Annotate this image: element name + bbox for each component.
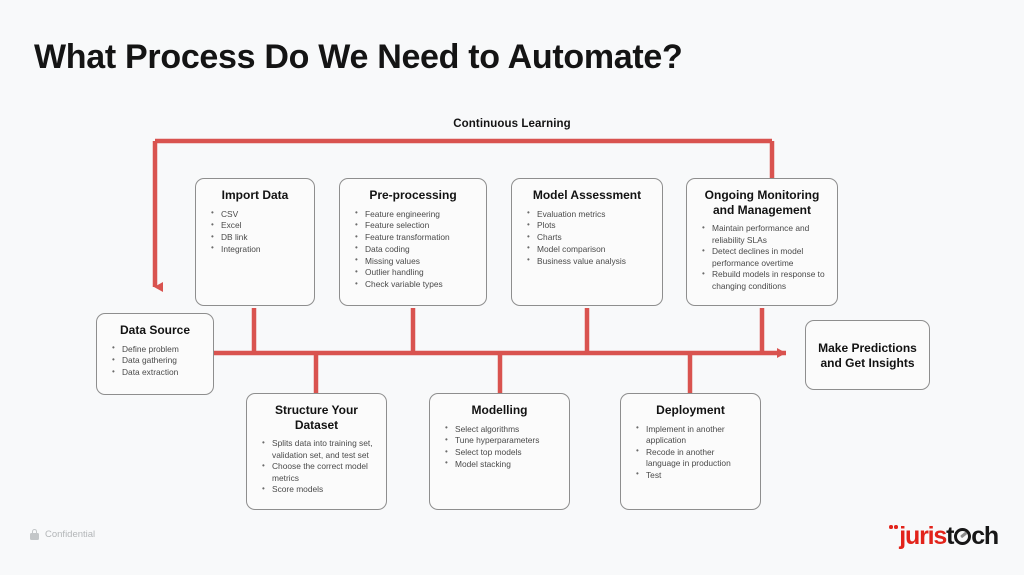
list-item: Outlier handling	[350, 267, 476, 278]
node-item-list: Splits data into training set, validatio…	[257, 438, 376, 495]
list-item: Plots	[522, 220, 652, 231]
confidential-label: Confidential	[45, 529, 96, 540]
confidential-marker: Confidential	[30, 529, 95, 540]
continuous-learning-label: Continuous Learning	[453, 118, 571, 130]
node-title: Import Data	[221, 188, 289, 202]
slide-canvas: What Process Do We Need to Automate? Con…	[0, 0, 1024, 575]
node-title: Data Source	[119, 323, 191, 337]
node-structure-your-dataset[interactable]: Structure Your Dataset Splits data into …	[246, 393, 387, 510]
logo-dots-icon	[889, 519, 899, 544]
logo-text-black-pre: t	[946, 522, 954, 550]
list-item: Data gathering	[107, 355, 203, 366]
node-title: Ongoing Monitoring and Management	[704, 188, 820, 217]
list-item: Business value analysis	[522, 255, 652, 267]
list-item: Score models	[257, 484, 376, 495]
node-title: Structure Your Dataset	[275, 403, 358, 432]
node-data-source[interactable]: Data Source Define problem Data gatherin…	[96, 313, 214, 395]
list-item: Test	[631, 469, 750, 481]
list-item: Define problem	[107, 343, 203, 355]
node-modelling[interactable]: Modelling Select algorithms Tune hyperpa…	[429, 393, 570, 510]
list-item: Recode in another language in production	[631, 446, 750, 470]
list-item: Feature engineering	[350, 208, 476, 220]
node-ongoing-monitoring[interactable]: Ongoing Monitoring and Management Mainta…	[686, 178, 838, 306]
node-title: Deployment	[656, 403, 725, 417]
node-item-list: Select algorithms Tune hyperparameters S…	[440, 423, 559, 471]
node-pre-processing[interactable]: Pre-processing Feature engineering Featu…	[339, 178, 487, 306]
list-item: Feature transformation	[350, 232, 476, 243]
lock-icon	[30, 529, 39, 540]
process-flow-diagram: Continuous Learning Import Data CSV Exce…	[0, 0, 1024, 575]
list-item: Charts	[522, 232, 652, 243]
node-title: Pre-processing	[369, 188, 457, 202]
node-title: Modelling	[471, 403, 528, 417]
list-item: Model stacking	[440, 458, 559, 470]
list-item: CSV	[206, 208, 304, 220]
list-item: Maintain performance and reliability SLA…	[697, 223, 827, 246]
juristech-logo: juris t ch	[889, 519, 999, 550]
node-title: Model Assessment	[532, 188, 642, 202]
list-item: Select top models	[440, 447, 559, 458]
node-import-data[interactable]: Import Data CSV Excel DB link Integratio…	[195, 178, 315, 306]
list-item: Check variable types	[350, 279, 476, 290]
list-item: DB link	[206, 232, 304, 243]
node-make-predictions[interactable]: Make Predictions and Get Insights	[805, 320, 930, 390]
list-item: Data coding	[350, 243, 476, 255]
list-item: Excel	[206, 220, 304, 231]
node-item-list: Maintain performance and reliability SLA…	[697, 223, 827, 292]
list-item: Evaluation metrics	[522, 208, 652, 220]
node-item-list: Implement in another application Recode …	[631, 423, 750, 481]
list-item: Model comparison	[522, 243, 652, 255]
logo-text-red: juris	[899, 522, 947, 550]
list-item: Select algorithms	[440, 423, 559, 435]
list-item: Tune hyperparameters	[440, 435, 559, 446]
list-item: Missing values	[350, 255, 476, 267]
node-deployment[interactable]: Deployment Implement in another applicat…	[620, 393, 761, 510]
list-item: Splits data into training set, validatio…	[257, 438, 376, 461]
list-item: Detect declines in model performance ove…	[697, 246, 827, 269]
logo-text-black-post: ch	[971, 522, 999, 550]
node-item-list: Evaluation metrics Plots Charts Model co…	[522, 208, 652, 267]
list-item: Choose the correct model metrics	[257, 461, 376, 484]
node-title: Make Predictions and Get Insights	[818, 340, 917, 370]
logo-gear-circle-icon	[953, 528, 971, 545]
list-item: Implement in another application	[631, 423, 750, 447]
node-item-list: CSV Excel DB link Integration	[206, 208, 304, 256]
node-item-list: Feature engineering Feature selection Fe…	[350, 208, 476, 291]
list-item: Rebuild models in response to changing c…	[697, 269, 827, 292]
node-model-assessment[interactable]: Model Assessment Evaluation metrics Plot…	[511, 178, 663, 306]
list-item: Feature selection	[350, 220, 476, 231]
list-item: Data extraction	[107, 367, 203, 378]
node-item-list: Define problem Data gathering Data extra…	[107, 343, 203, 379]
list-item: Integration	[206, 243, 304, 255]
